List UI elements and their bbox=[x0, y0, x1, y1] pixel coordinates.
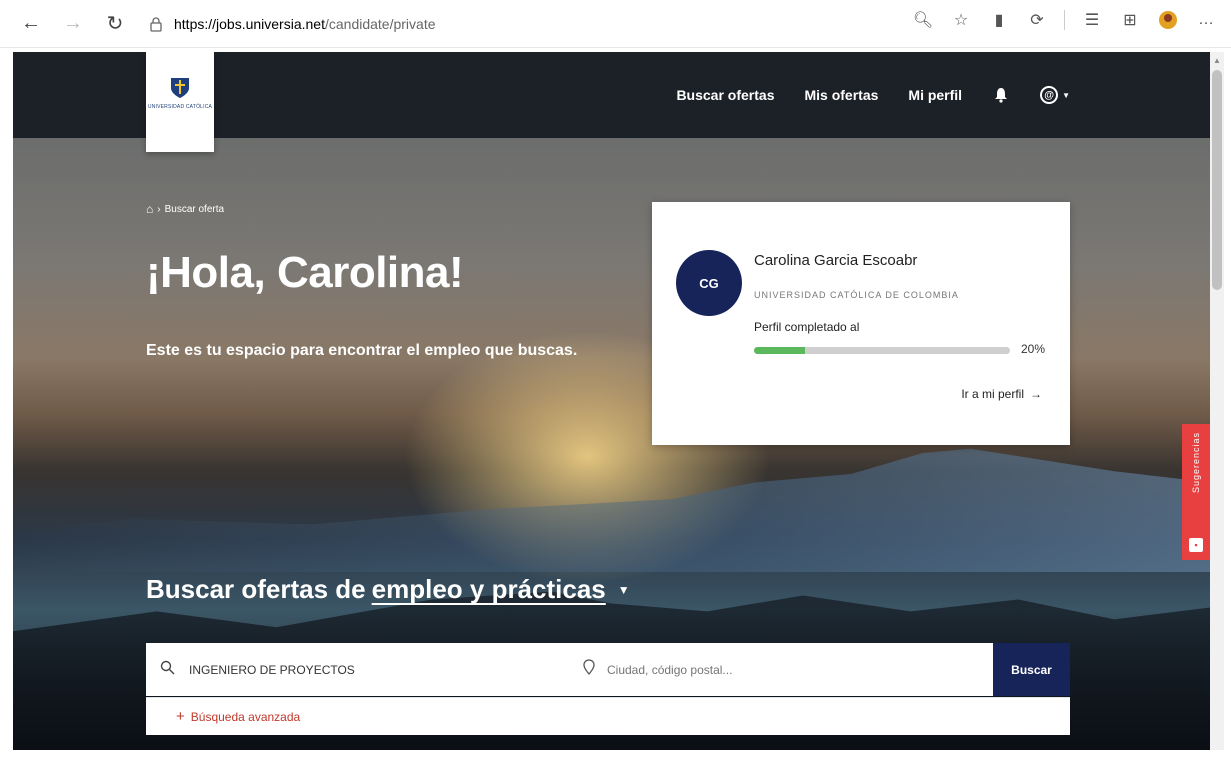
search-input[interactable] bbox=[187, 661, 567, 678]
page-scrollbar[interactable]: ▲ bbox=[1210, 52, 1224, 750]
query-field bbox=[146, 643, 569, 696]
scroll-up-arrow-icon[interactable]: ▲ bbox=[1213, 56, 1221, 65]
breadcrumb: ⌂ › Buscar oferta bbox=[146, 202, 224, 216]
go-to-profile-link[interactable]: Ir a mi perfil → bbox=[961, 387, 1042, 401]
profile-university: UNIVERSIDAD CATÓLICA DE COLOMBIA bbox=[754, 290, 959, 300]
home-icon[interactable]: ⌂ bbox=[146, 202, 153, 216]
logo-caption: UNIVERSIDAD CATÓLICA bbox=[147, 104, 213, 110]
go-to-profile-label: Ir a mi perfil bbox=[961, 387, 1024, 401]
search-box: Buscar bbox=[146, 643, 1070, 696]
university-logo[interactable]: UNIVERSIDAD CATÓLICA bbox=[146, 52, 214, 152]
advanced-search-label: Búsqueda avanzada bbox=[190, 709, 301, 724]
search-button[interactable]: Buscar bbox=[993, 643, 1070, 696]
search-type-selector[interactable]: empleo y prácticas bbox=[372, 574, 606, 605]
advanced-search-link[interactable]: + Búsqueda avanzada bbox=[146, 697, 1070, 735]
page-viewport: UNIVERSIDAD CATÓLICA Buscar ofertas Mis … bbox=[13, 52, 1210, 750]
chat-icon: ▪ bbox=[1189, 538, 1203, 552]
location-field bbox=[569, 643, 993, 696]
user-account-icon: @ bbox=[1040, 86, 1059, 104]
reload-icon[interactable]: ↻ bbox=[100, 9, 130, 39]
profile-progress-fill bbox=[754, 347, 806, 354]
url-host: https://jobs.universia.net bbox=[174, 15, 325, 32]
plus-icon: + bbox=[176, 708, 185, 725]
favorites-list-icon[interactable]: ☰ bbox=[1081, 9, 1103, 31]
nav-search-offers[interactable]: Buscar ofertas bbox=[676, 87, 774, 103]
more-menu-icon[interactable]: … bbox=[1195, 9, 1217, 31]
search-title-prefix: Buscar ofertas de bbox=[146, 574, 366, 604]
collections-icon[interactable]: ⊞ bbox=[1119, 9, 1141, 31]
profile-progress-percent: 20% bbox=[1021, 342, 1046, 356]
nav-my-profile[interactable]: Mi perfil bbox=[908, 87, 962, 103]
zoom-icon[interactable]: 🔍︎ bbox=[912, 9, 934, 31]
notifications-bell-icon[interactable] bbox=[992, 86, 1010, 104]
main-nav: Buscar ofertas Mis ofertas Mi perfil @ ▼ bbox=[676, 52, 1070, 138]
extension-info-icon[interactable]: ▮ bbox=[988, 9, 1010, 31]
lock-icon bbox=[150, 16, 162, 32]
profile-progress-bar bbox=[754, 347, 1010, 354]
profile-card: CG Carolina Garcia Escoabr UNIVERSIDAD C… bbox=[652, 202, 1070, 445]
profile-name: Carolina Garcia Escoabr bbox=[754, 252, 918, 269]
user-menu[interactable]: @ ▼ bbox=[1040, 86, 1070, 104]
chevron-down-icon[interactable]: ▼ bbox=[618, 583, 630, 597]
search-icon bbox=[160, 660, 175, 680]
profile-avatar-icon[interactable] bbox=[1157, 9, 1179, 31]
feedback-tab[interactable]: Sugerencias ▪ bbox=[1182, 424, 1210, 560]
hero-tagline: Este es tu espacio para encontrar el emp… bbox=[146, 342, 578, 359]
favorite-star-icon[interactable]: ☆ bbox=[950, 9, 972, 31]
chevron-down-icon: ▼ bbox=[1062, 90, 1070, 100]
address-bar[interactable]: https://jobs.universia.net/candidate/pri… bbox=[148, 9, 868, 39]
arrow-right-icon: → bbox=[1030, 387, 1042, 401]
location-pin-icon bbox=[583, 659, 595, 680]
back-arrow-icon[interactable]: ← bbox=[16, 9, 46, 39]
search-section-title: Buscar ofertas de empleo y prácticas ▼ bbox=[146, 574, 630, 605]
feedback-tab-label: Sugerencias bbox=[1191, 432, 1201, 494]
toolbar-divider bbox=[1064, 10, 1065, 30]
nav-my-offers[interactable]: Mis ofertas bbox=[804, 87, 878, 103]
forward-arrow-icon[interactable]: → bbox=[58, 9, 88, 39]
shield-logo-icon bbox=[171, 78, 189, 98]
browser-toolbar: ← → ↻ https://jobs.universia.net/candida… bbox=[0, 0, 1231, 48]
site-header: UNIVERSIDAD CATÓLICA Buscar ofertas Mis … bbox=[13, 52, 1210, 152]
location-input[interactable] bbox=[605, 661, 985, 678]
avatar: CG bbox=[676, 250, 742, 316]
breadcrumb-current: Buscar oferta bbox=[164, 203, 225, 215]
url-path: /candidate/private bbox=[324, 15, 436, 32]
page-title: ¡Hola, Carolina! bbox=[146, 248, 464, 297]
scrollbar-thumb[interactable] bbox=[1212, 70, 1222, 290]
extension-puzzle-icon[interactable]: ⟳ bbox=[1026, 9, 1048, 31]
breadcrumb-separator: › bbox=[157, 203, 161, 215]
profile-progress-label: Perfil completado al bbox=[754, 320, 860, 334]
